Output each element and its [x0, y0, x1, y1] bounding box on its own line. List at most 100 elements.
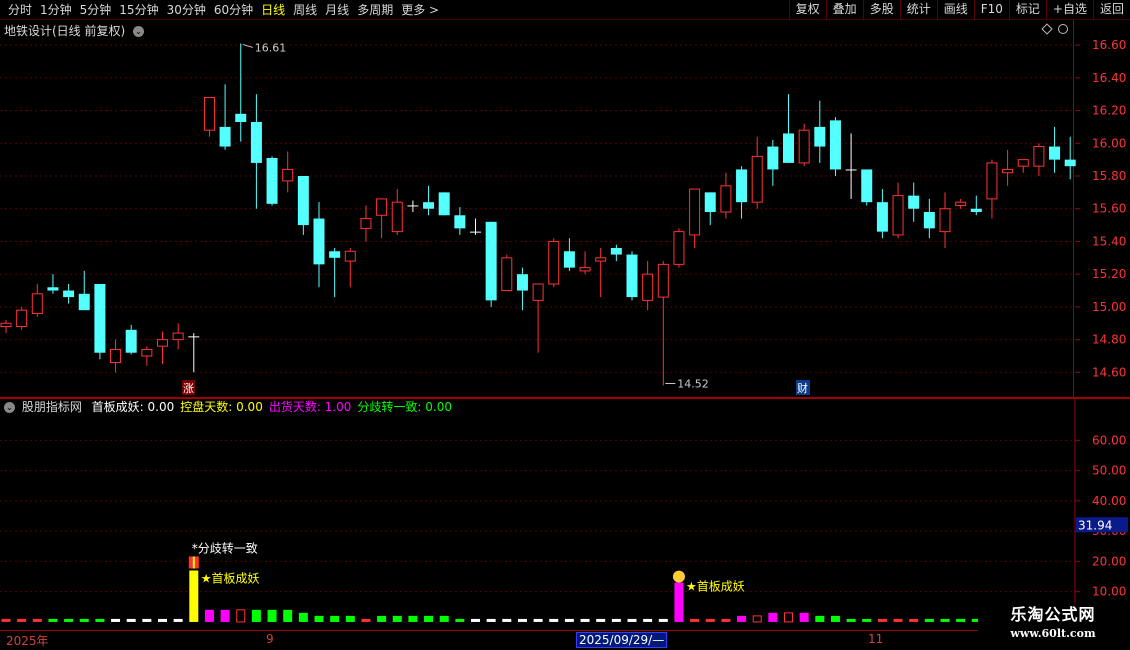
price-tick-label: 16.40 — [1092, 71, 1126, 85]
price-tick-label: 16.60 — [1092, 38, 1126, 52]
candle-body — [454, 215, 466, 229]
period-tab-8[interactable]: 月线 — [321, 2, 353, 18]
toolbar-button-8[interactable]: 返回 — [1092, 0, 1130, 20]
high-price-label: 16.61 — [255, 41, 287, 54]
indicator-bar — [674, 582, 684, 622]
candle-body — [1017, 159, 1029, 167]
toolbar-button-7[interactable]: +自选 — [1045, 0, 1093, 20]
candle-body — [563, 251, 575, 268]
indicator-bar — [439, 615, 449, 622]
candle-body — [282, 168, 294, 182]
toolbar-button-2[interactable]: 多股 — [862, 0, 900, 20]
period-tab-4[interactable]: 30分钟 — [163, 2, 210, 18]
candle-body — [78, 293, 90, 311]
candle-body — [329, 251, 341, 258]
candle-body — [720, 185, 732, 213]
indicator-bar — [596, 618, 606, 622]
candle-body — [266, 158, 278, 204]
divergence-annotation: *分歧转一致 — [192, 540, 258, 555]
toolbar-button-0[interactable]: 复权 — [788, 0, 826, 20]
candle-body — [814, 126, 826, 147]
indicator-bar — [283, 609, 293, 622]
cai-marker-text: 财 — [797, 381, 808, 395]
indicator-bar — [768, 612, 778, 622]
indicator-bar — [204, 609, 214, 622]
candle-body — [845, 169, 857, 171]
indicator-bar — [126, 618, 136, 622]
period-tab-5[interactable]: 60分钟 — [210, 2, 257, 18]
candle-body — [798, 129, 810, 164]
indicator-bar — [32, 618, 42, 622]
indicator-bar — [142, 618, 152, 622]
candle-body — [689, 188, 701, 236]
period-tab-0[interactable]: 分时 — [4, 2, 36, 18]
ind-tick-label: 10.00 — [1092, 585, 1126, 599]
candle-body — [1033, 146, 1045, 167]
indicator-bar — [752, 615, 762, 623]
indicator-bar — [251, 609, 261, 622]
candle-body — [188, 336, 200, 338]
indicator-bar — [220, 609, 230, 622]
indicator-bar — [314, 615, 324, 622]
indicator-bar — [502, 618, 512, 622]
period-tab-1[interactable]: 1分钟 — [36, 2, 76, 18]
indicator-bar — [158, 618, 167, 622]
candle-body — [673, 231, 685, 265]
candle-body — [595, 257, 607, 262]
toolbar-button-5[interactable]: F10 — [973, 0, 1009, 20]
toolbar-button-1[interactable]: 叠加 — [825, 0, 863, 20]
candle-body — [110, 348, 122, 364]
candle-body — [876, 202, 888, 232]
indicator-bar — [611, 618, 621, 622]
date-axis: 2025年 9 2025/09/29/— 11 — [0, 630, 1074, 650]
candle-body — [438, 192, 450, 216]
price-tick-label: 14.80 — [1092, 333, 1126, 347]
indicator-bar — [690, 618, 700, 622]
low-price-label: 14.52 — [677, 377, 709, 390]
indicator-bar — [408, 615, 418, 622]
candle-body — [829, 120, 841, 170]
candle-body — [423, 202, 435, 209]
toolbar-button-3[interactable]: 统计 — [899, 0, 937, 20]
zhang-marker-text: 涨 — [183, 382, 194, 395]
indicator-bar — [940, 618, 950, 622]
candle-body — [626, 254, 638, 298]
candle-body — [657, 263, 669, 298]
candle-body — [532, 283, 544, 301]
price-tick-label: 15.20 — [1092, 267, 1126, 281]
period-tab-3[interactable]: 15分钟 — [115, 2, 162, 18]
indicator-bar — [862, 618, 872, 622]
indicator-bar — [236, 609, 246, 623]
period-tab-7[interactable]: 周线 — [289, 2, 321, 18]
candle-body — [516, 274, 528, 291]
indicator-bar — [877, 618, 887, 622]
candle-body — [235, 113, 247, 122]
indicator-bar — [517, 618, 527, 622]
candle-body — [250, 122, 262, 163]
date-month-11: 11 — [868, 632, 884, 646]
candle-body — [704, 192, 716, 212]
date-selected[interactable]: 2025/09/29/— — [576, 632, 668, 648]
indicator-bar — [267, 609, 277, 622]
first-board-annotation-1: ★首板成妖 — [201, 571, 260, 585]
candle-body — [0, 322, 12, 328]
period-tab-9[interactable]: 多周期 — [353, 2, 397, 18]
candle-body — [344, 250, 356, 262]
price-tick-label: 15.80 — [1092, 169, 1126, 183]
watermark-url: www.60lt.com — [1010, 627, 1096, 640]
indicator-bar — [345, 615, 355, 622]
candle-body — [1049, 146, 1061, 160]
price-tick-label: 14.60 — [1092, 365, 1126, 379]
indicator-bar — [815, 615, 825, 622]
toolbar-button-6[interactable]: 标记 — [1008, 0, 1046, 20]
candle-body — [736, 169, 748, 203]
period-tab-2[interactable]: 5分钟 — [76, 2, 116, 18]
indicator-bar — [377, 615, 387, 622]
toolbar-button-4[interactable]: 画线 — [936, 0, 974, 20]
candle-body — [548, 240, 560, 285]
candle-body — [376, 198, 388, 216]
period-tab-10[interactable]: 更多 > — [397, 2, 443, 18]
indicator-bar — [486, 618, 496, 622]
period-toolbar: 分时 1分钟 5分钟 15分钟 30分钟 60分钟 日线 周线 月线 多周期 更多 > 复权 叠加 多股… — [0, 0, 1130, 20]
period-tab-6[interactable]: 日线 — [257, 2, 289, 18]
